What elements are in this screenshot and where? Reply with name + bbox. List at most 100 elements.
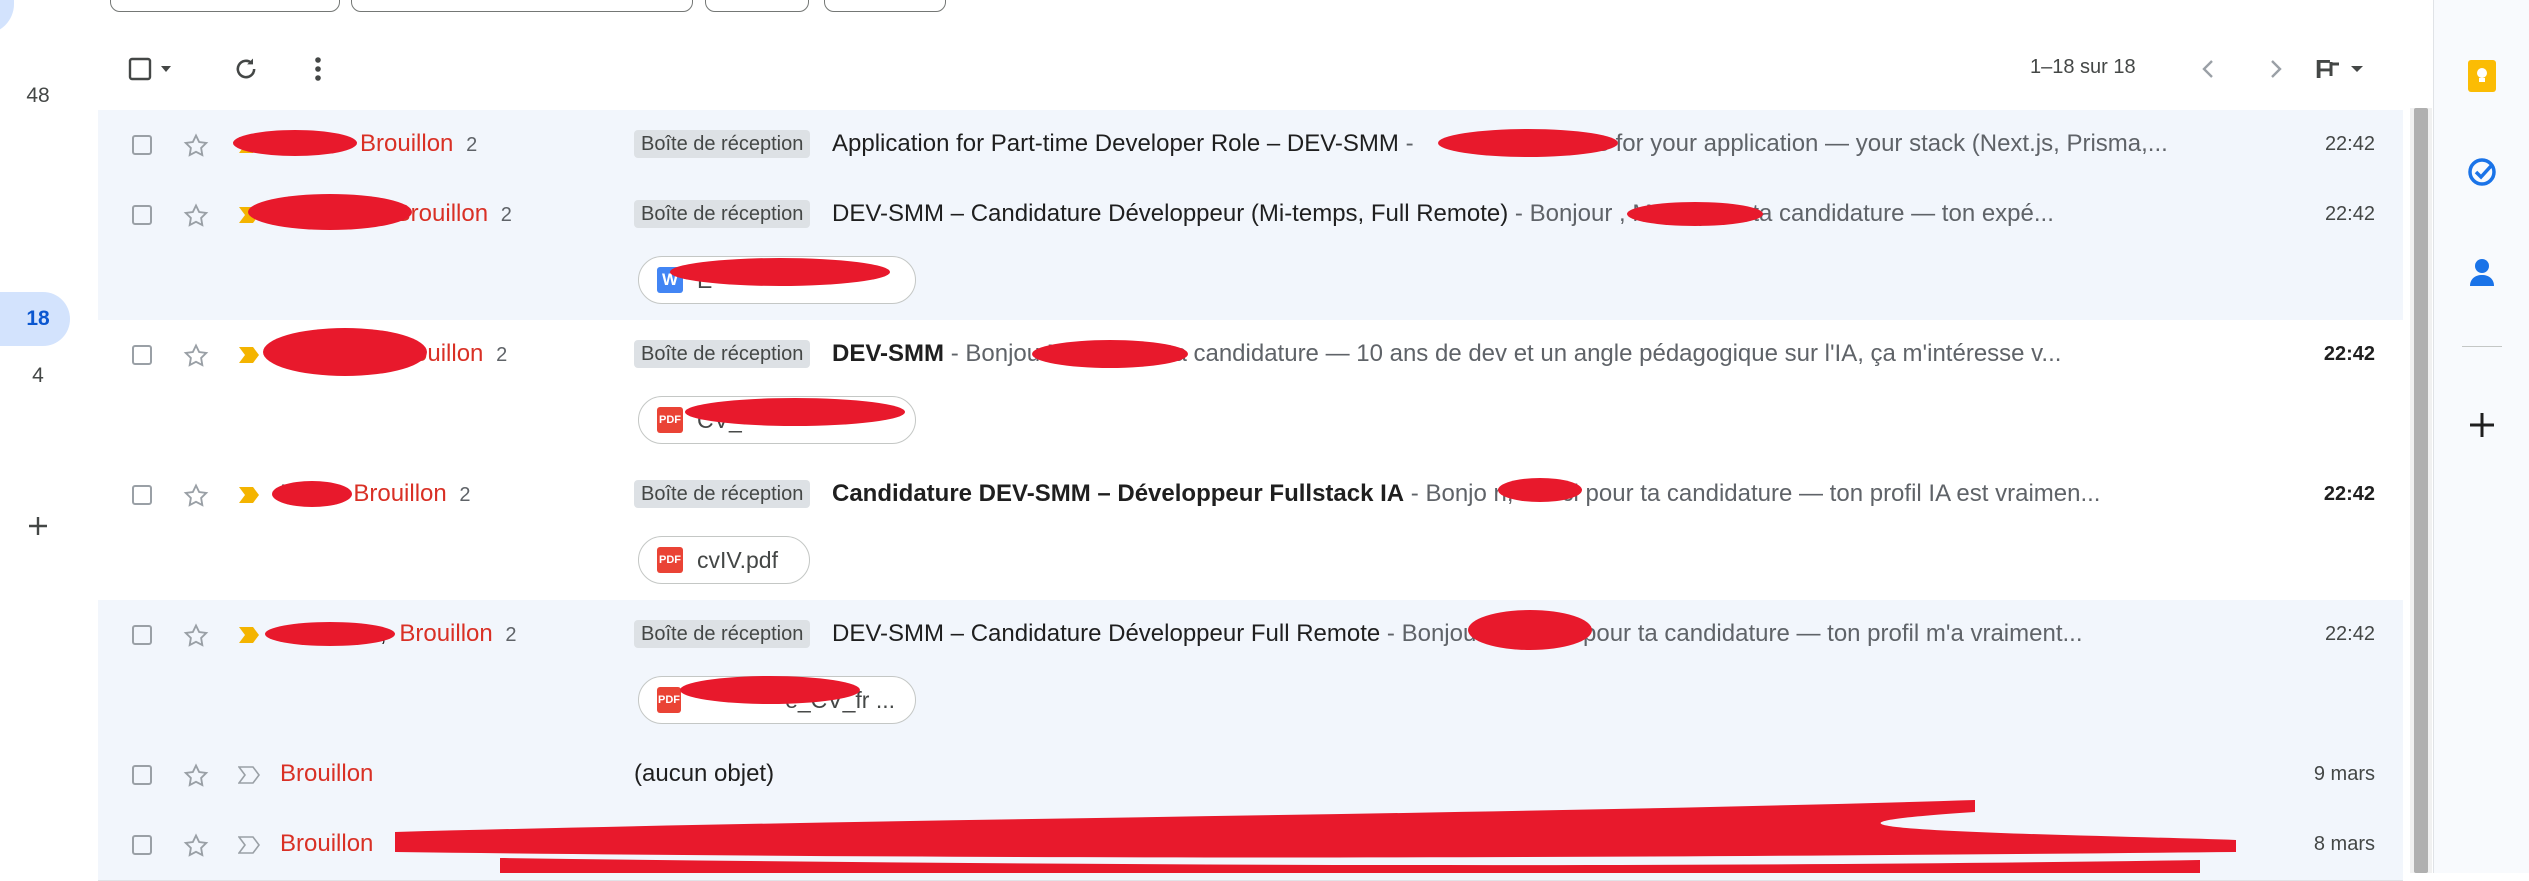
pdf-file-icon: PDF xyxy=(657,407,683,433)
important-marker-icon[interactable] xyxy=(238,136,260,154)
star-icon[interactable] xyxy=(182,832,210,860)
row-checkbox[interactable] xyxy=(132,625,152,645)
important-marker-outline-icon[interactable] xyxy=(238,836,260,854)
rail-count-2: 4 xyxy=(32,364,44,387)
star-icon[interactable] xyxy=(182,482,210,510)
important-marker-icon[interactable] xyxy=(238,626,260,644)
input-tools-button[interactable]: F xyxy=(2308,52,2372,86)
email-row[interactable]: I Brouillon 2 Boîte de réception Candida… xyxy=(98,460,2403,601)
plus-icon xyxy=(2470,413,2494,437)
row-checkbox[interactable] xyxy=(132,485,152,505)
filter-chip-3[interactable] xyxy=(705,0,809,12)
important-marker-outline-icon[interactable] xyxy=(238,766,260,784)
inbox-label-chip[interactable]: Boîte de réception xyxy=(634,130,811,158)
draft-label: Brouillon xyxy=(399,620,493,647)
sender: I Brouillon 2 xyxy=(280,480,471,508)
contacts-button[interactable] xyxy=(2462,252,2502,292)
compose-button-edge[interactable] xyxy=(0,0,14,34)
filter-chip-1[interactable] xyxy=(110,0,340,12)
thread-count: 2 xyxy=(500,204,512,226)
row-checkbox[interactable] xyxy=(132,765,152,785)
attachment-name: CV_ xyxy=(697,406,742,433)
inbox-label-chip[interactable]: Boîte de réception xyxy=(634,480,811,508)
inbox-label-chip[interactable]: Boîte de réception xyxy=(634,200,811,228)
chevron-right-icon xyxy=(2271,60,2282,78)
email-row[interactable]: Brouillon 2 Boîte de réception Applicati… xyxy=(98,110,2403,181)
email-date: 22:42 xyxy=(2324,623,2375,645)
draft-label: Brouillon xyxy=(394,200,489,227)
email-date: 9 mars xyxy=(2313,763,2375,785)
input-tools-label: F xyxy=(2315,53,2331,84)
subject-snippet: DEV-SMM – Candidature Développeur (Mi-te… xyxy=(832,200,2054,227)
sender: Brouillon xyxy=(280,760,373,788)
email-row[interactable]: Brouillon 8 mars xyxy=(98,810,2403,881)
keep-icon xyxy=(2468,60,2496,92)
thread-count: 2 xyxy=(496,344,508,366)
inbox-label-chip[interactable]: Boîte de réception xyxy=(634,340,811,368)
keep-button[interactable] xyxy=(2462,56,2502,96)
email-subject: (aucun objet) xyxy=(634,760,775,787)
thread-count: 2 xyxy=(459,484,471,506)
star-icon[interactable] xyxy=(182,202,210,230)
add-label-button[interactable] xyxy=(18,506,58,546)
subject-snippet: Candidature DEV-SMM – Développeur Fullst… xyxy=(832,480,2101,507)
plus-icon xyxy=(29,517,47,535)
attachment-name: cvIV.pdf xyxy=(697,546,778,573)
sender: , Brouillon 2 xyxy=(280,620,517,648)
attachment-chip[interactable]: PDF e_CV_fr ... xyxy=(638,676,916,724)
email-date: 8 mars xyxy=(2313,833,2375,855)
refresh-button[interactable] xyxy=(226,50,266,88)
rail-item-active[interactable]: 18 xyxy=(0,292,70,346)
newer-button[interactable] xyxy=(2188,50,2228,88)
inbox-label-chip[interactable]: Boîte de réception xyxy=(634,620,811,648)
important-marker-icon[interactable] xyxy=(238,346,260,364)
get-addons-button[interactable] xyxy=(2462,405,2502,445)
email-snippet: Thanks for your application — your stack… xyxy=(1530,130,2168,157)
filter-chip-2[interactable] xyxy=(351,0,693,12)
scrollbar-thumb[interactable] xyxy=(2414,108,2428,873)
star-icon[interactable] xyxy=(182,342,210,370)
chevron-left-icon xyxy=(2202,60,2213,78)
pdf-file-icon: PDF xyxy=(657,547,683,573)
email-date: 22:42 xyxy=(2323,483,2375,505)
draft-label: Brouillon xyxy=(280,830,374,857)
thread-count: 2 xyxy=(505,624,517,646)
side-panel-divider xyxy=(2462,346,2502,347)
select-all-button[interactable] xyxy=(128,52,178,86)
word-file-icon: W xyxy=(657,267,683,293)
row-checkbox[interactable] xyxy=(132,345,152,365)
attachment-chip[interactable]: W E xyxy=(638,256,916,304)
email-subject: DEV-SMM – Candidature Développeur Full R… xyxy=(832,620,1381,647)
star-icon[interactable] xyxy=(182,762,210,790)
tasks-button[interactable] xyxy=(2462,152,2502,192)
email-row[interactable]: , Brouillon 2 Boîte de réception DEV-SMM… xyxy=(98,600,2403,741)
row-checkbox[interactable] xyxy=(132,205,152,225)
email-row[interactable]: Brouillon (aucun objet) 9 mars xyxy=(98,740,2403,811)
row-checkbox[interactable] xyxy=(132,835,152,855)
row-checkbox[interactable] xyxy=(132,135,152,155)
more-vert-icon xyxy=(315,57,321,81)
draft-label: Brouillon xyxy=(353,480,447,507)
important-marker-icon[interactable] xyxy=(238,486,260,504)
filter-chip-4[interactable] xyxy=(824,0,946,12)
star-icon[interactable] xyxy=(182,622,210,650)
draft-label: Brouillon xyxy=(390,340,484,367)
refresh-icon xyxy=(236,58,256,79)
important-marker-icon[interactable] xyxy=(238,206,260,224)
attachment-chip[interactable]: PDF cvIV.pdf xyxy=(638,536,810,584)
email-row[interactable]: Brouillon 2 Boîte de réception DEV-SMM -… xyxy=(98,320,2403,461)
left-navigation-rail: 48 18 4 xyxy=(0,0,98,873)
subject-snippet: Application for Part-time Developer Role… xyxy=(832,130,2168,157)
attachment-chip[interactable]: PDF CV_ xyxy=(638,396,916,444)
thread-count: 2 xyxy=(466,134,478,156)
sender: Brouillon 2 xyxy=(280,340,507,368)
more-options-button[interactable] xyxy=(298,50,338,88)
chevron-down-icon xyxy=(2350,66,2363,72)
email-subject: DEV-SMM xyxy=(832,340,945,367)
star-icon[interactable] xyxy=(182,132,210,160)
list-toolbar: 1–18 sur 18 F xyxy=(98,40,2433,98)
email-date: 22:42 xyxy=(2324,203,2375,225)
sender: l, Brouillon 2 xyxy=(280,200,512,228)
email-row[interactable]: l, Brouillon 2 Boîte de réception DEV-SM… xyxy=(98,180,2403,321)
older-button[interactable] xyxy=(2256,50,2296,88)
